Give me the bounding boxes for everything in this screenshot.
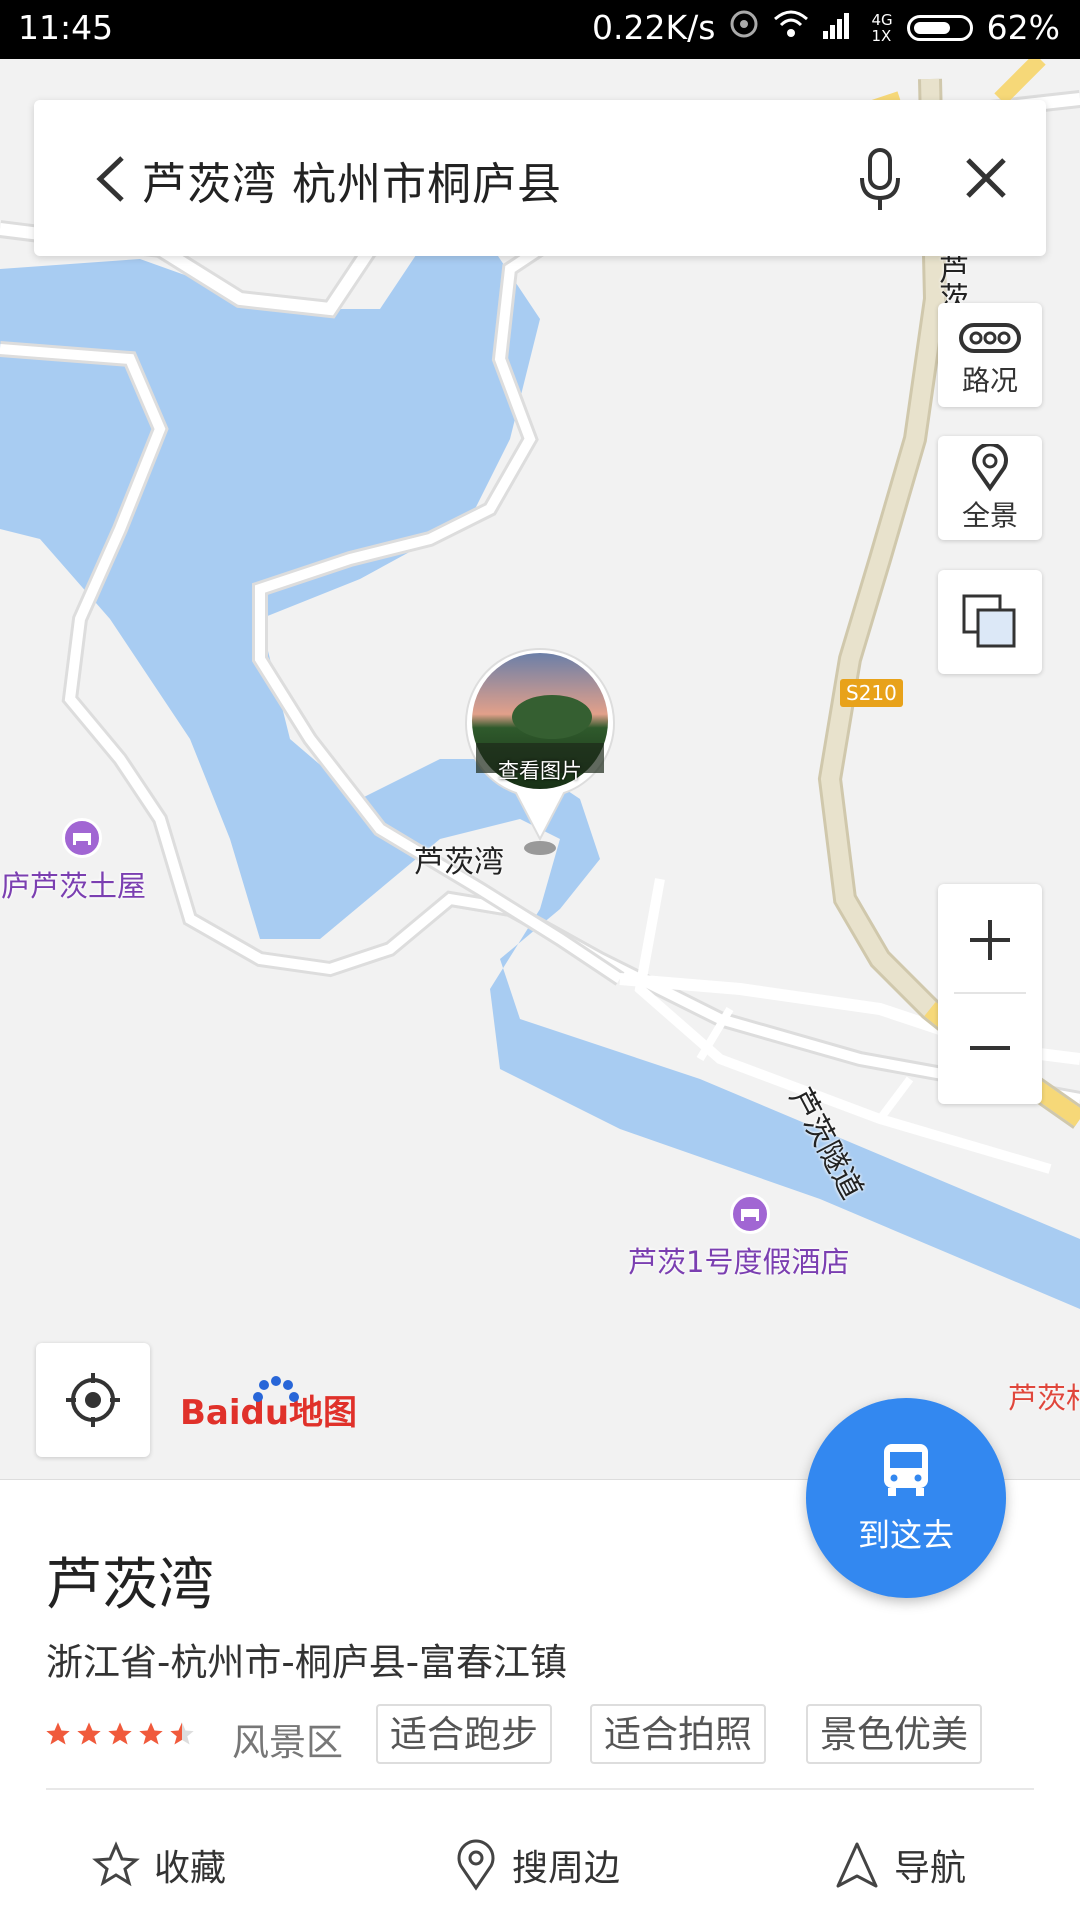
tag-running[interactable]: 适合跑步 [376,1704,552,1764]
panel-divider [46,1788,1034,1790]
star-icon [46,1722,70,1745]
plus-icon [970,920,1010,960]
back-button[interactable] [82,144,142,214]
microphone-icon [860,148,900,210]
zoom-out-button[interactable] [938,994,1042,1104]
voice-search-button[interactable] [850,144,910,214]
search-query[interactable]: 芦茨湾 杭州市桐庐县 [142,148,562,212]
net-speed: 0.22K/s [592,8,716,47]
place-name: 芦茨湾 [46,1553,214,1618]
favorite-label: 收藏 [154,1848,227,1889]
close-icon [966,158,1006,198]
nearby-label: 搜周边 [512,1848,621,1889]
favorite-button[interactable]: 收藏 [92,1830,226,1900]
search-bar[interactable]: 芦茨湾 杭州市桐庐县 [34,100,1046,256]
traffic-label: 路况 [961,364,1018,397]
tag-scenery[interactable]: 景色优美 [806,1704,982,1764]
hostel-poi-icon[interactable] [62,818,102,858]
panorama-button[interactable]: 全景 [938,436,1042,540]
back-arrow-icon [96,156,124,202]
hotspot-icon [729,8,759,47]
signal-icon [823,8,857,47]
photo-pin[interactable]: 查看图片 [462,643,618,843]
star-outline-icon [92,1841,140,1887]
layers-icon [962,594,1016,648]
poi-hotel-label[interactable]: 芦茨1号度假酒店 [628,1239,849,1281]
go-here-button[interactable]: 到这去 [806,1398,1006,1598]
tag-photo[interactable]: 适合拍照 [590,1704,766,1764]
traffic-button[interactable]: 路况 [938,303,1042,407]
location-pin-icon [457,1839,495,1891]
wifi-icon [773,8,809,47]
place-category: 风景区 [232,1721,343,1764]
poi-hostel-label[interactable]: 桐庐芦茨土屋 [0,863,146,905]
map-canvas[interactable]: S210 芦茨隧道 芦茨隧道 查看图片 芦茨湾 桐庐芦茨土屋 芦茨1号度假酒店 … [0,59,1080,1479]
pin-label: 芦茨湾 [414,845,504,880]
navigate-button[interactable]: 导航 [834,1830,966,1900]
pin-shape [465,648,615,842]
poi-edge-label[interactable]: 芦茨村 [1008,1375,1080,1417]
zoom-in-button[interactable] [938,884,1042,992]
locate-me-button[interactable] [36,1343,150,1457]
star-icon [108,1722,132,1745]
panorama-label: 全景 [961,499,1018,532]
star-icon [77,1722,101,1745]
layers-button[interactable] [938,570,1042,674]
place-address: 浙江省-杭州市-桐庐县-富春江镇 [46,1641,568,1684]
navigate-label: 导航 [894,1848,967,1889]
rating-stars [44,1720,196,1748]
minus-icon [970,1046,1010,1050]
panorama-pin-icon [972,444,1008,492]
zoom-control [938,884,1042,1104]
crosshair-icon [66,1373,120,1427]
paw-icon [253,1376,299,1402]
network-type: 4G 1X [871,10,893,45]
clear-search-button[interactable] [958,150,1014,206]
pin-anchor [524,841,556,855]
search-nearby-button[interactable]: 搜周边 [454,1830,620,1900]
hotel-poi-icon[interactable] [730,1194,770,1234]
status-bar: 11:45 0.22K/s 4G 1X 62% [0,0,1080,59]
status-time: 11:45 [18,8,114,47]
status-right: 0.22K/s 4G 1X 62% [592,8,1060,47]
go-here-label: 到这去 [857,1516,954,1554]
star-icon [139,1722,163,1745]
bus-icon [884,1444,928,1496]
battery-icon [906,14,973,41]
road-badge-s210: S210 [840,679,903,707]
pin-caption: 查看图片 [498,759,582,783]
battery-percent: 62% [986,8,1060,47]
traffic-icon [959,323,1021,353]
half-star-icon [170,1722,194,1745]
navigation-arrow-icon [836,1842,878,1888]
baidu-logo: Baidu地图 [180,1376,357,1439]
